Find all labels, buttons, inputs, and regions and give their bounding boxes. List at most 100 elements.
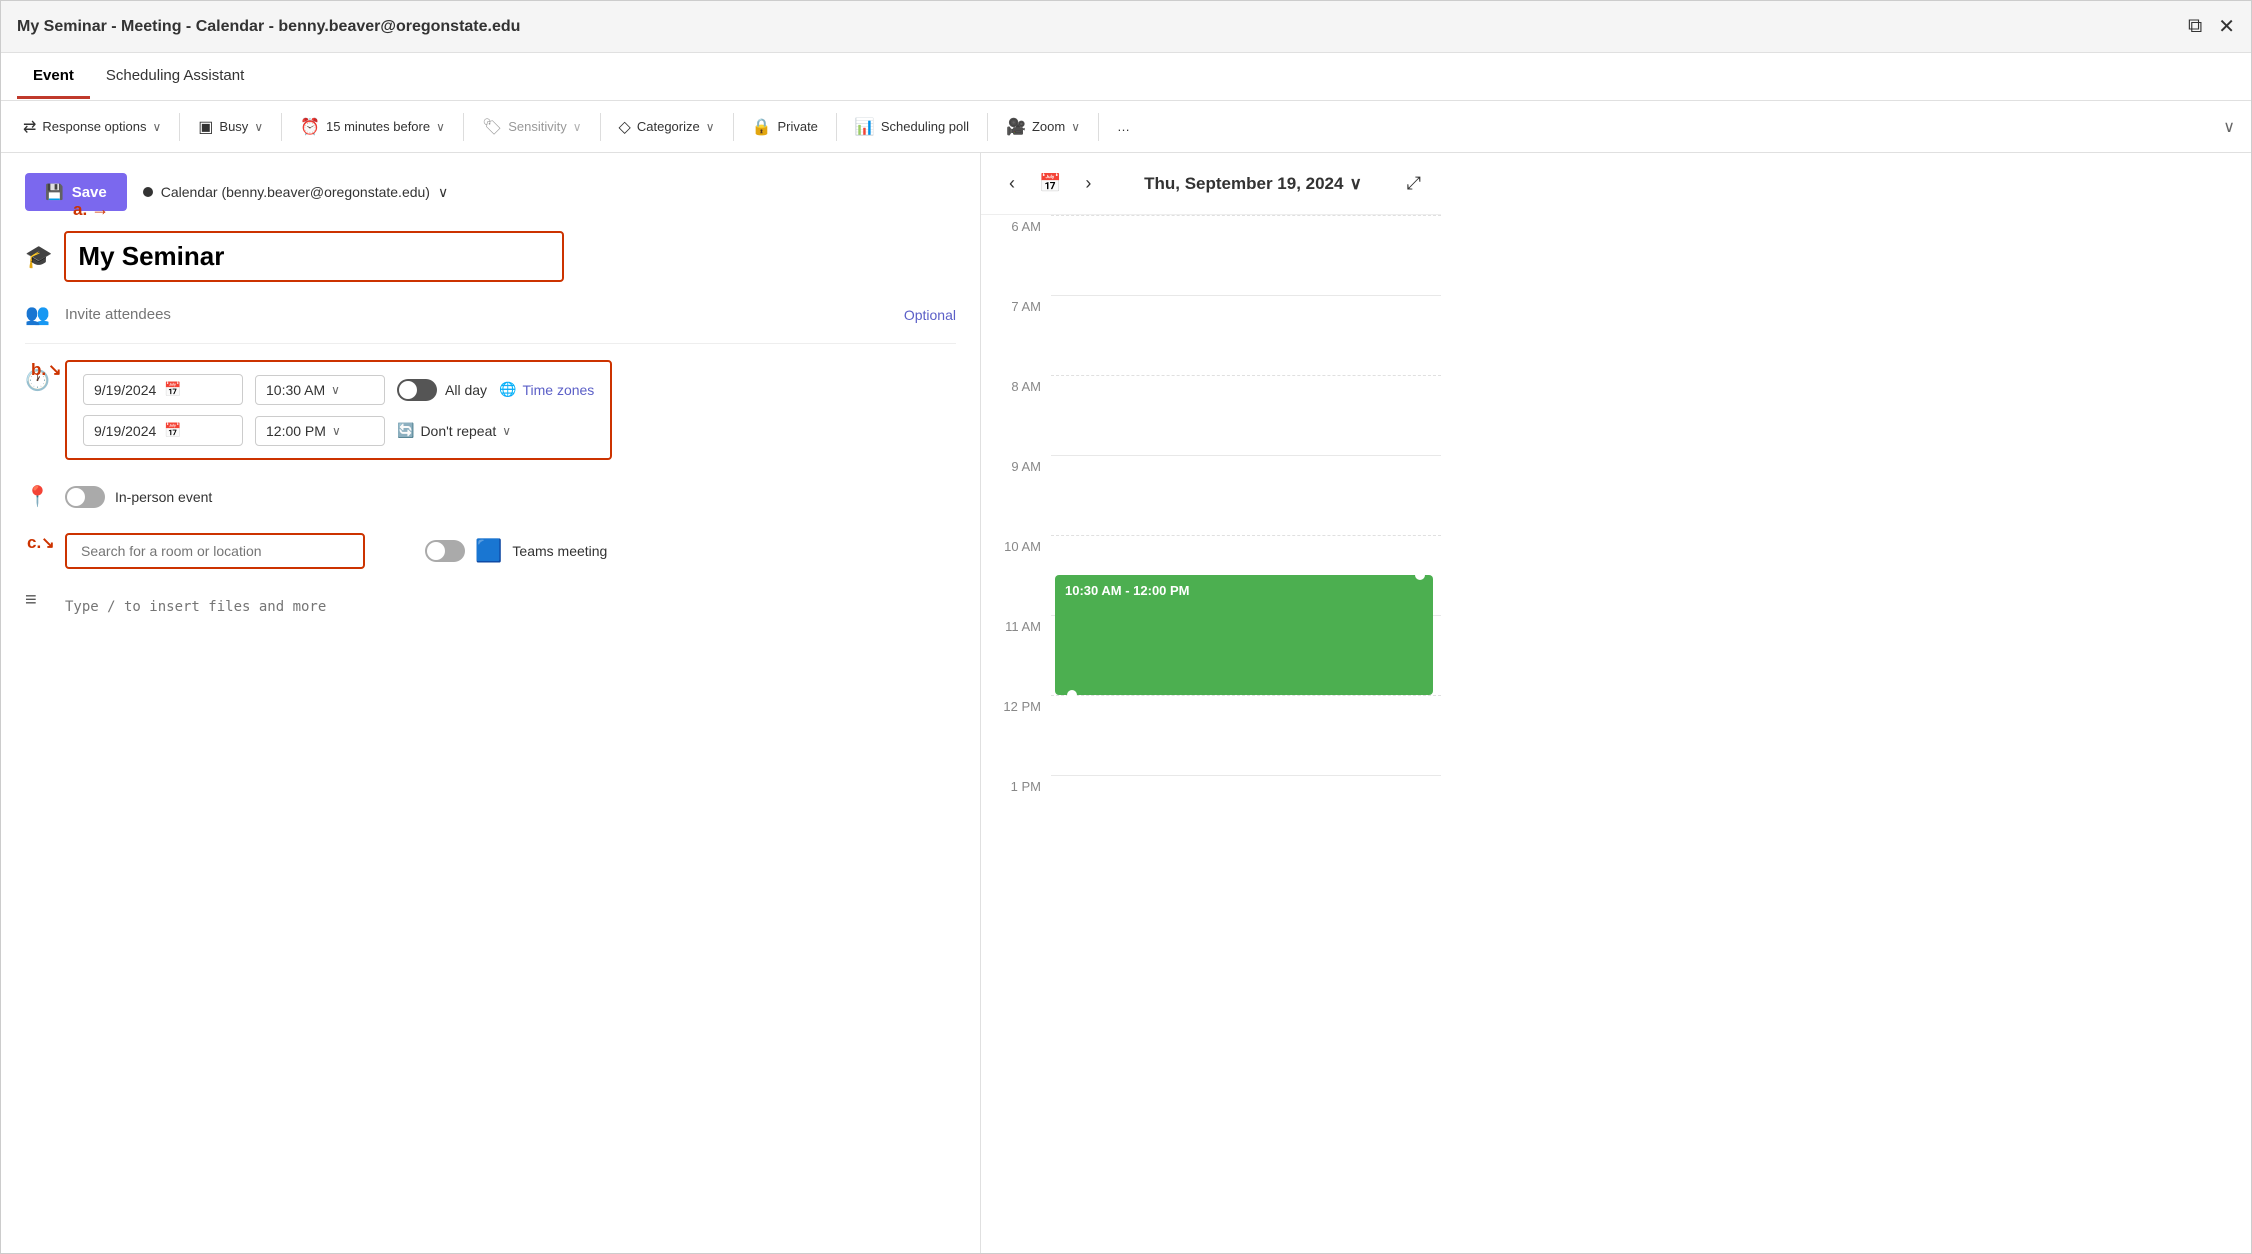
location-input[interactable] <box>65 533 365 569</box>
title-bar: My Seminar - Meeting - Calendar - benny.… <box>1 1 2251 53</box>
time-slot-6am: 6 AM <box>981 215 1051 295</box>
nav-tabs: Event Scheduling Assistant <box>1 53 2251 101</box>
separator-4 <box>600 113 601 141</box>
end-time-picker[interactable]: 12:00 PM ∨ <box>255 416 385 446</box>
separator-7 <box>987 113 988 141</box>
event-icon: 🎓 <box>25 244 52 270</box>
events-column: 10:30 AM - 12:00 PM <box>1051 215 1441 1253</box>
toolbar-expand-icon[interactable]: ∨ <box>2219 113 2239 141</box>
separator-8 <box>1098 113 1099 141</box>
start-datetime-row: 9/19/2024 📅 10:30 AM ∨ <box>83 374 594 405</box>
tab-event[interactable]: Event <box>17 55 90 99</box>
zoom-icon: 🎥 <box>1006 117 1026 137</box>
calendar-expand-button[interactable]: ⤢ <box>1407 173 1421 194</box>
datetime-container: b. ↘ 9/19/2024 📅 10:30 AM ∨ <box>65 360 612 460</box>
sensitivity-icon: 🏷 <box>482 117 502 137</box>
busy-button[interactable]: ▣ Busy ∨ <box>188 111 273 143</box>
calendar-nav: ‹ 📅 › <box>1001 169 1099 198</box>
separator-5 <box>733 113 734 141</box>
end-time-chevron: ∨ <box>332 424 341 438</box>
scheduling-poll-button[interactable]: 📊 Scheduling poll <box>845 111 979 143</box>
more-button[interactable]: … <box>1107 113 1140 140</box>
in-person-knob <box>67 488 85 506</box>
end-date-picker[interactable]: 9/19/2024 📅 <box>83 415 243 446</box>
left-panel: 💾 Save Calendar (benny.beaver@oregonstat… <box>1 153 981 1253</box>
grid-1pm <box>1051 775 1441 855</box>
in-person-row: 📍 In-person event <box>25 484 956 517</box>
cal-prev-button[interactable]: ‹ <box>1001 169 1023 198</box>
reminder-chevron: ∨ <box>436 120 445 134</box>
time-slot-11am: 11 AM <box>981 615 1051 695</box>
optional-link[interactable]: Optional <box>904 307 956 323</box>
calendar-event[interactable]: 10:30 AM - 12:00 PM <box>1055 575 1433 695</box>
tab-scheduling-assistant[interactable]: Scheduling Assistant <box>90 55 260 99</box>
attendees-icon: 👥 <box>25 302 53 327</box>
description-input[interactable] <box>65 589 956 789</box>
zoom-button[interactable]: 🎥 Zoom ∨ <box>996 111 1090 143</box>
time-slot-7am: 7 AM <box>981 295 1051 375</box>
separator-1 <box>179 113 180 141</box>
cal-next-button[interactable]: › <box>1077 169 1099 198</box>
annotation-b: b. ↘ <box>31 360 62 380</box>
teams-row: 🟦 Teams meeting <box>425 538 607 564</box>
attendees-input[interactable] <box>65 306 892 323</box>
time-slot-8am: 8 AM <box>981 375 1051 455</box>
repeat-selector[interactable]: 🔄 Don't repeat ∨ <box>397 422 511 439</box>
teams-label: Teams meeting <box>512 543 607 559</box>
sensitivity-chevron: ∨ <box>573 120 582 134</box>
teams-toggle[interactable] <box>425 540 465 562</box>
location-icon: 📍 <box>25 484 53 509</box>
calendar-selector[interactable]: Calendar (benny.beaver@oregonstate.edu) … <box>143 184 448 201</box>
datetime-section: 🕐 b. ↘ 9/19/2024 📅 <box>25 360 956 468</box>
restore-button[interactable]: ⧉ <box>2188 14 2202 39</box>
categorize-icon: ◇ <box>619 117 631 137</box>
reminder-button[interactable]: ⏰ 15 minutes before ∨ <box>290 111 455 143</box>
calendar-header: ‹ 📅 › Thu, September 19, 2024 ∨ ⤢ <box>981 153 1441 215</box>
private-button[interactable]: 🔒 Private <box>742 111 828 143</box>
zoom-chevron: ∨ <box>1071 120 1080 134</box>
reminder-icon: ⏰ <box>300 117 320 137</box>
close-button[interactable]: ✕ <box>2218 14 2235 39</box>
save-row: 💾 Save Calendar (benny.beaver@oregonstat… <box>25 173 956 211</box>
sensitivity-button[interactable]: 🏷 Sensitivity ∨ <box>472 111 592 143</box>
app-window: My Seminar - Meeting - Calendar - benny.… <box>0 0 2252 1254</box>
repeat-icon: 🔄 <box>397 422 414 439</box>
annotation-a: a. → <box>73 199 109 220</box>
busy-chevron: ∨ <box>254 120 263 134</box>
response-options-button[interactable]: ⇄ Response options ∨ <box>13 111 171 143</box>
annotation-b-arrow: ↘ <box>48 360 61 380</box>
event-bottom-dot <box>1067 690 1077 700</box>
time-slot-9am: 9 AM <box>981 455 1051 535</box>
teams-icon: 🟦 <box>475 538 502 564</box>
location-section: c. ↘ 🟦 Teams meeting <box>65 533 956 569</box>
grid-6am <box>1051 215 1441 295</box>
all-day-toggle[interactable] <box>397 379 437 401</box>
event-top-dot <box>1415 570 1425 580</box>
response-options-icon: ⇄ <box>23 117 36 137</box>
start-date-picker[interactable]: 9/19/2024 📅 <box>83 374 243 405</box>
more-icon: … <box>1117 119 1130 134</box>
in-person-toggle-row: In-person event <box>65 486 212 508</box>
busy-icon: ▣ <box>198 117 213 137</box>
grid-9am <box>1051 455 1441 535</box>
calendar-icon: 📅 <box>164 381 181 398</box>
in-person-toggle[interactable] <box>65 486 105 508</box>
end-datetime-row: 9/19/2024 📅 12:00 PM ∨ 🔄 Don't repeat ∨ <box>83 415 594 446</box>
time-column: 6 AM 7 AM 8 AM 9 AM 10 AM 11 AM 12 PM 1 … <box>981 215 1051 1253</box>
globe-icon: 🌐 <box>499 381 516 398</box>
main-content: 💾 Save Calendar (benny.beaver@oregonstat… <box>1 153 2251 1253</box>
all-day-label: All day <box>445 382 487 398</box>
calendar-chevron: ∨ <box>438 184 448 201</box>
cal-today-button[interactable]: 📅 <box>1031 169 1069 198</box>
grid-7am <box>1051 295 1441 375</box>
start-time-picker[interactable]: 10:30 AM ∨ <box>255 375 385 405</box>
grid-12pm <box>1051 695 1441 775</box>
separator-6 <box>836 113 837 141</box>
description-icon: ≡ <box>25 589 53 612</box>
time-zones-link[interactable]: 🌐 Time zones <box>499 381 594 398</box>
calendar-date-title[interactable]: Thu, September 19, 2024 ∨ <box>1144 174 1362 194</box>
grid-8am <box>1051 375 1441 455</box>
calendar-body[interactable]: 6 AM 7 AM 8 AM 9 AM 10 AM 11 AM 12 PM 1 … <box>981 215 1441 1253</box>
categorize-button[interactable]: ◇ Categorize ∨ <box>609 111 725 143</box>
event-title-input[interactable] <box>64 231 564 282</box>
